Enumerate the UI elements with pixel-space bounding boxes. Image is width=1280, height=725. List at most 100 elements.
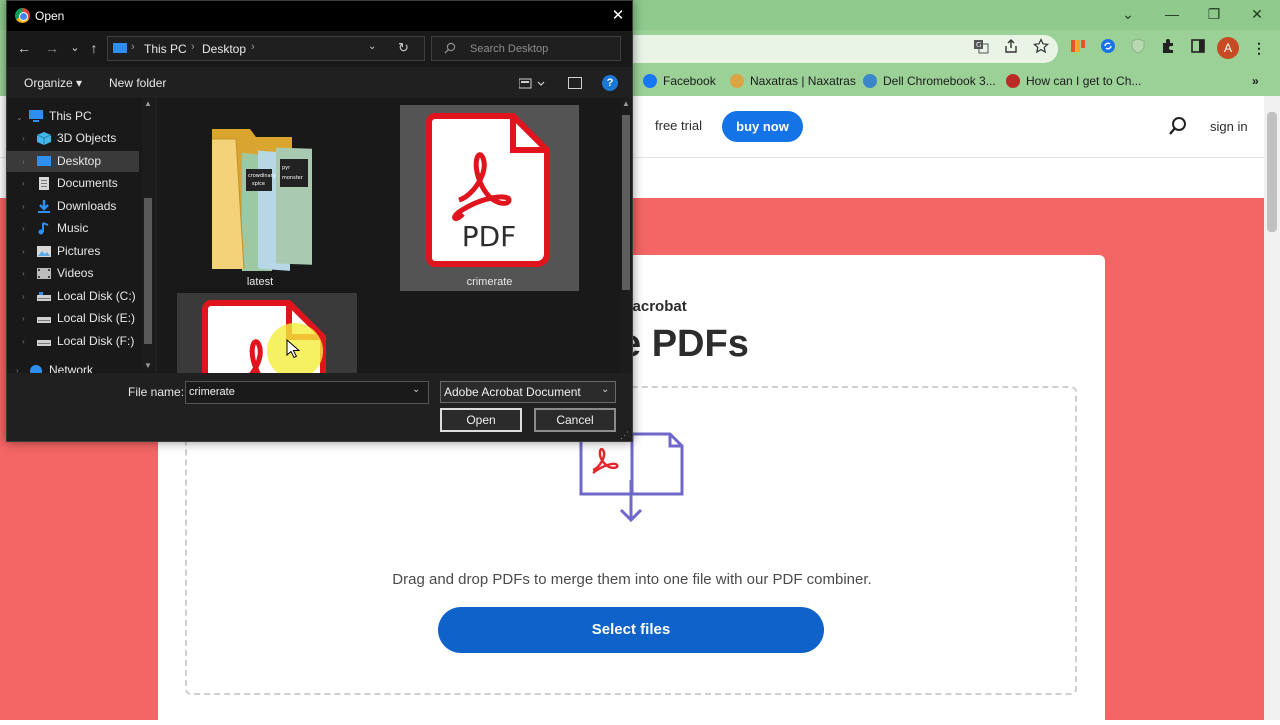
tree-item-network[interactable]: › Network <box>7 360 139 373</box>
expand-chevron-icon[interactable]: › <box>22 241 25 262</box>
file-item-label: latest <box>246 276 274 288</box>
open-button[interactable]: Open <box>440 408 522 432</box>
bookmark-dell[interactable]: Dell Chromebook 3... <box>863 71 996 91</box>
tree-item-local-disk-f[interactable]: › Local Disk (F:) <box>7 331 139 352</box>
breadcrumb-separator: › <box>251 41 255 53</box>
scroll-up-icon[interactable]: ▲ <box>144 99 152 108</box>
address-bar[interactable] <box>628 35 1058 63</box>
scroll-up-icon[interactable]: ▲ <box>622 99 630 108</box>
shield-icon[interactable] <box>1128 38 1148 58</box>
dialog-close-button[interactable]: ✕ <box>607 5 629 27</box>
dialog-search-input[interactable]: Search Desktop <box>431 36 621 61</box>
bookmark-facebook[interactable]: Facebook <box>643 71 716 91</box>
tree-item-this-pc[interactable]: ⌄ This PC <box>7 106 139 127</box>
navigation-scrollbar-thumb[interactable] <box>144 198 152 344</box>
expand-chevron-icon[interactable]: › <box>22 151 25 172</box>
close-button[interactable]: ✕ <box>1244 4 1270 24</box>
forward-button[interactable]: → <box>43 39 61 57</box>
extension-sync-icon[interactable] <box>1098 38 1118 58</box>
quora-icon <box>1006 74 1020 88</box>
address-dropdown-icon[interactable]: ⌄ <box>368 41 376 52</box>
translate-icon[interactable]: G <box>971 38 991 58</box>
tree-item-documents[interactable]: › Documents <box>7 173 139 194</box>
expand-chevron-icon[interactable]: › <box>22 128 25 149</box>
tree-item-local-disk-e[interactable]: › Local Disk (E:) <box>7 308 139 329</box>
file-list[interactable]: crowdinary spice pyr monster latest PDF … <box>157 98 631 373</box>
folder-icon: crowdinary spice pyr monster <box>212 129 312 271</box>
expand-chevron-icon[interactable]: › <box>22 263 25 284</box>
tree-item-local-disk-c[interactable]: › Local Disk (C:) <box>7 286 139 307</box>
tree-item-downloads[interactable]: › Downloads <box>7 196 139 217</box>
tab-search-icon[interactable]: ⌄ <box>1115 4 1141 24</box>
tree-item-music[interactable]: › Music <box>7 218 139 239</box>
tree-item-label: Local Disk (F:) <box>57 334 135 348</box>
page-scrollbar-thumb[interactable] <box>1267 112 1277 232</box>
browser-menu-icon[interactable]: ⋮ <box>1249 38 1269 58</box>
file-item-pdf[interactable] <box>177 293 357 373</box>
bookmark-quora[interactable]: How can I get to Ch... <box>1006 71 1141 91</box>
breadcrumb-this-pc[interactable]: This PC <box>144 42 187 56</box>
restore-button[interactable]: ❐ <box>1201 4 1227 24</box>
buy-now-button[interactable]: buy now <box>722 111 803 142</box>
tree-item-desktop[interactable]: › Desktop <box>7 151 139 172</box>
up-button[interactable]: ↑ <box>85 39 103 57</box>
sign-in-link[interactable]: sign in <box>1210 119 1248 134</box>
select-files-button[interactable]: Select files <box>438 607 824 653</box>
file-item-label: crimerate <box>466 276 513 288</box>
profile-avatar[interactable]: A <box>1217 37 1239 59</box>
help-icon[interactable]: ? <box>602 75 618 91</box>
back-button[interactable]: ← <box>15 39 33 57</box>
tree-item-label: Pictures <box>57 244 101 258</box>
expand-chevron-icon[interactable]: › <box>22 331 25 352</box>
puzzle-icon[interactable] <box>1158 38 1178 58</box>
tree-item-3d-objects[interactable]: › 3D Objects <box>7 128 139 149</box>
dialog-titlebar[interactable] <box>7 1 632 31</box>
chevron-down-icon[interactable]: ⌄ <box>412 384 420 395</box>
side-panel-icon[interactable] <box>1188 38 1208 58</box>
tree-item-videos[interactable]: › Videos <box>7 263 139 284</box>
expand-chevron-icon[interactable]: › <box>16 360 19 373</box>
free-trial-link[interactable]: free trial <box>655 118 702 133</box>
new-folder-button[interactable]: New folder <box>109 76 166 90</box>
scroll-down-icon[interactable]: ▼ <box>144 361 152 370</box>
expand-chevron-icon[interactable]: › <box>22 196 25 217</box>
folder-thumb-text: spice <box>252 181 265 187</box>
bookmark-star-icon[interactable] <box>1031 38 1051 58</box>
expand-chevron-icon[interactable]: ⌄ <box>16 107 23 128</box>
resize-grip-icon[interactable]: ⋰ <box>620 430 629 441</box>
file-name-input[interactable]: crimerate ⌄ <box>185 381 429 404</box>
bookmark-label: How can I get to Ch... <box>1026 74 1142 88</box>
expand-chevron-icon[interactable]: › <box>22 173 25 194</box>
file-type-select[interactable]: Adobe Acrobat Document ⌄ <box>440 381 616 403</box>
cube-icon <box>37 132 51 145</box>
extension-icon[interactable] <box>1068 38 1088 58</box>
expand-chevron-icon[interactable]: › <box>22 308 25 329</box>
dialog-address-bar[interactable]: › This PC › Desktop › ⌄ ↻ <box>107 36 425 61</box>
breadcrumb-desktop[interactable]: Desktop <box>202 42 246 56</box>
bookmark-naxatras[interactable]: Naxatras | Naxatras <box>730 71 856 91</box>
tree-item-pictures[interactable]: › Pictures <box>7 241 139 262</box>
cancel-button[interactable]: Cancel <box>534 408 616 432</box>
file-item-crimerate[interactable]: PDF crimerate <box>400 105 579 291</box>
expand-chevron-icon[interactable]: › <box>22 286 25 307</box>
search-icon[interactable] <box>1168 116 1188 136</box>
pictures-icon <box>37 246 51 257</box>
merge-pdf-illustration <box>578 430 686 526</box>
search-icon <box>444 42 456 54</box>
share-icon[interactable] <box>1001 38 1021 58</box>
file-list-scrollbar-thumb[interactable] <box>622 115 630 290</box>
organize-menu[interactable]: Organize ▾ <box>24 76 82 90</box>
file-item-latest[interactable]: crowdinary spice pyr monster latest <box>171 105 349 291</box>
pdf-badge: PDF <box>462 220 517 253</box>
folder-thumb-text: monster <box>282 175 304 181</box>
chevron-down-icon[interactable]: ⌄ <box>601 384 609 395</box>
more-bookmarks-icon[interactable]: » <box>1252 71 1259 91</box>
preview-pane-icon[interactable] <box>568 77 582 89</box>
navigation-pane[interactable]: ⌄ This PC › 3D Objects › Desktop › Docum… <box>7 98 155 373</box>
expand-chevron-icon[interactable]: › <box>22 218 25 239</box>
refresh-icon[interactable]: ↻ <box>398 40 409 56</box>
folder-thumb-text: pyr <box>282 165 291 171</box>
recent-locations-button[interactable]: ⌄ <box>66 39 84 57</box>
minimize-button[interactable]: — <box>1159 4 1185 24</box>
change-view-icon[interactable] <box>518 77 547 91</box>
